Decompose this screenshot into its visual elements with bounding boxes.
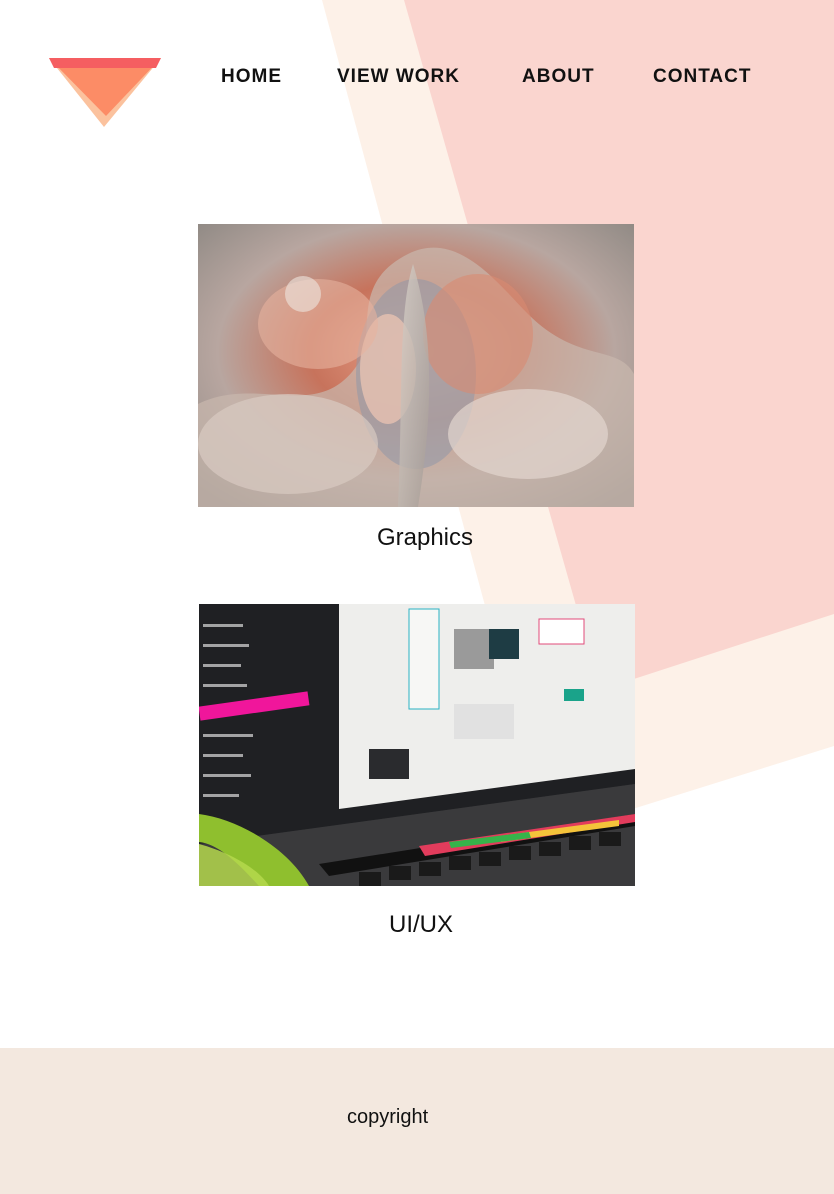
nav-view-work-link[interactable]: VIEW WORK [337, 66, 460, 88]
uiux-image[interactable] [199, 604, 635, 886]
graphics-caption[interactable]: Graphics [325, 524, 525, 552]
nav-home-link[interactable]: HOME [221, 66, 282, 88]
nav-contact-link[interactable]: CONTACT [653, 66, 751, 88]
uiux-caption[interactable]: UI/UX [321, 911, 521, 939]
copyright-text: copyright [347, 1106, 429, 1128]
footer: copyright [0, 1048, 834, 1194]
background-shapes [322, 0, 834, 813]
graphics-image[interactable] [198, 224, 634, 507]
main-nav: HOME VIEW WORK ABOUT CONTACT [0, 66, 834, 90]
nav-about-link[interactable]: ABOUT [522, 66, 595, 88]
